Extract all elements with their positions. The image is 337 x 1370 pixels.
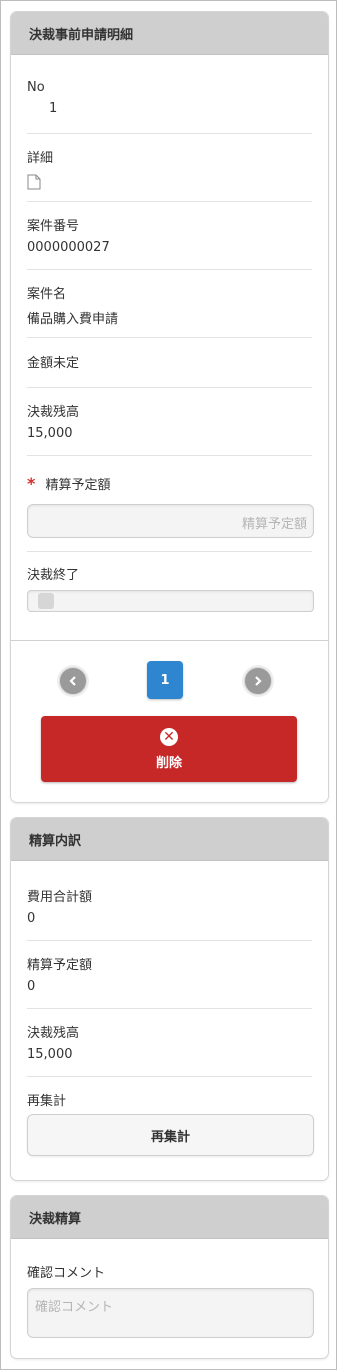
case-no-value: 0000000027	[27, 240, 110, 255]
planned-amount-summary-label: 精算予定額	[27, 958, 93, 973]
divider	[27, 133, 312, 134]
approval-end-checkbox[interactable]	[38, 593, 54, 609]
divider	[27, 201, 312, 202]
planned-amount-summary-value: 0	[27, 979, 36, 994]
close-icon: ✕	[160, 727, 178, 746]
approval-end-label: 決裁終了	[27, 568, 80, 583]
divider	[27, 337, 312, 338]
breakdown-balance-field: 決裁残高 15,000	[27, 1022, 312, 1062]
case-name-value: 備品購入費申請	[27, 312, 119, 327]
case-name-field: 案件名 備品購入費申請	[27, 283, 312, 327]
detail-label: 詳細	[27, 151, 54, 166]
no-field: No 1	[27, 80, 312, 116]
delete-label: 削除	[155, 755, 182, 771]
page-1-button[interactable]: 1	[147, 661, 183, 699]
amount-undecided-field: 金額未定	[27, 352, 312, 371]
detail-panel: 決裁事前申請明細 No 1 詳細 案件番号 0000000027 案件名 備品購…	[10, 11, 329, 803]
required-mark: *	[27, 474, 36, 493]
no-label: No	[27, 80, 45, 95]
case-no-field: 案件番号 0000000027	[27, 215, 312, 255]
divider	[27, 387, 312, 388]
chevron-right-icon[interactable]	[244, 667, 272, 695]
settlement-panel-header: 決裁精算	[11, 1196, 328, 1239]
breakdown-panel: 精算内訳 費用合計額 0 精算予定額 0 決裁残高 15,000 再集計 再集計	[10, 817, 329, 1181]
comment-field: 確認コメント	[27, 1262, 312, 1281]
comment-placeholder: 確認コメント	[35, 1300, 114, 1315]
case-no-label: 案件番号	[27, 219, 80, 234]
detail-panel-header: 決裁事前申請明細	[11, 12, 328, 55]
recalc-label: 再集計	[27, 1094, 67, 1109]
planned-amount-field: * 精算予定額	[27, 474, 312, 493]
total-cost-label: 費用合計額	[27, 890, 93, 905]
breakdown-balance-label: 決裁残高	[27, 1026, 80, 1041]
divider	[27, 1008, 312, 1009]
divider	[27, 269, 312, 270]
divider	[11, 640, 328, 641]
comment-label: 確認コメント	[27, 1266, 106, 1281]
balance-label: 決裁残高	[27, 405, 80, 420]
total-cost-field: 費用合計額 0	[27, 886, 312, 926]
no-value: 1	[49, 101, 58, 116]
recalc-field: 再集計	[27, 1090, 312, 1109]
approval-end-field: 決裁終了	[27, 564, 312, 583]
planned-amount-summary-field: 精算予定額 0	[27, 954, 312, 994]
detail-field: 詳細	[27, 147, 312, 190]
balance-field: 決裁残高 15,000	[27, 401, 312, 441]
divider	[27, 551, 312, 552]
amount-undecided-label: 金額未定	[27, 356, 80, 371]
total-cost-value: 0	[27, 911, 36, 926]
divider	[27, 940, 312, 941]
case-name-label: 案件名	[27, 287, 67, 302]
delete-button[interactable]: ✕ 削除	[41, 716, 297, 782]
comment-textarea[interactable]: 確認コメント	[27, 1288, 314, 1338]
divider	[27, 455, 312, 456]
planned-amount-input[interactable]: 精算予定額	[27, 504, 314, 538]
recalc-button[interactable]: 再集計	[27, 1114, 314, 1156]
settlement-panel: 決裁精算 確認コメント 確認コメント	[10, 1195, 329, 1359]
chevron-left-icon[interactable]	[59, 667, 87, 695]
approval-end-toggle[interactable]	[27, 590, 314, 612]
divider	[27, 1076, 312, 1077]
planned-amount-label: 精算予定額	[45, 478, 111, 493]
screen-frame: 決裁事前申請明細 No 1 詳細 案件番号 0000000027 案件名 備品購…	[0, 0, 337, 1370]
breakdown-panel-header: 精算内訳	[11, 818, 328, 861]
document-icon[interactable]	[27, 174, 41, 190]
planned-amount-placeholder: 精算予定額	[241, 517, 307, 532]
breakdown-balance-value: 15,000	[27, 1047, 73, 1062]
balance-value: 15,000	[27, 426, 73, 441]
